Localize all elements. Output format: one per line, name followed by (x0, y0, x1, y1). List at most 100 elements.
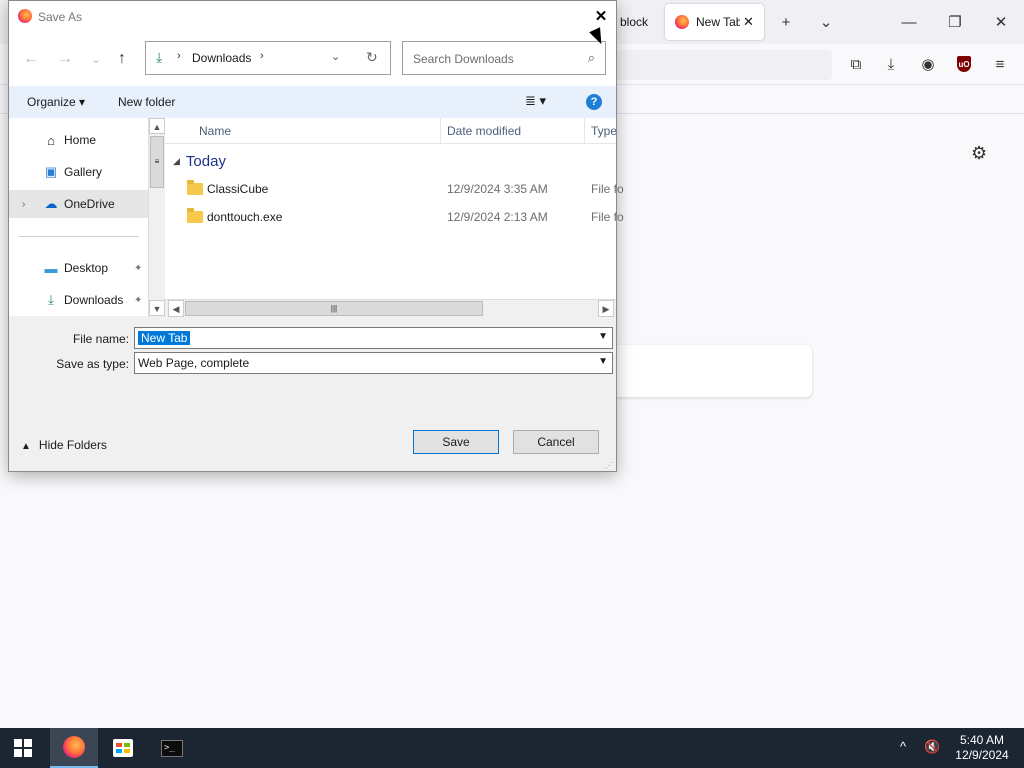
taskbar-terminal[interactable]: >_ (148, 728, 196, 768)
file-list-pane: Name Date modified Type ◢ Today ClassiCub… (165, 118, 624, 317)
breadcrumb-location[interactable]: Downloads (192, 51, 251, 65)
minimize-button[interactable]: — (895, 8, 923, 36)
taskbar-store[interactable] (99, 728, 147, 768)
dialog-title-bar: Save As ✕ (9, 1, 616, 32)
collapse-icon: ◢ (173, 156, 180, 166)
save-button[interactable]: Save (413, 430, 499, 454)
volume-muted-icon[interactable]: 🔇 (924, 739, 940, 755)
onedrive-icon: ☁ (44, 196, 58, 211)
nav-item-label: Downloads (64, 293, 124, 307)
pin-icon: ✦ (134, 262, 143, 274)
gallery-icon: ▣ (44, 164, 58, 179)
file-name-value[interactable]: New Tab (138, 331, 191, 345)
save-type-label: Save as type: (56, 357, 129, 371)
search-icon: ⌕ (587, 50, 595, 65)
chevron-down-icon[interactable]: ▼ (598, 356, 608, 367)
taskbar: >_ ^ 🔇 5:40 AM 12/9/2024 (0, 728, 1024, 768)
restore-button[interactable]: ❐ (941, 8, 969, 36)
tray-chevron-icon[interactable]: ^ (900, 739, 906, 754)
chevron-up-icon: ▲ (21, 441, 31, 452)
nav-item-home[interactable]: ⌂ Home (9, 126, 149, 154)
up-arrow-icon[interactable]: ↑ (118, 50, 126, 68)
scroll-right-icon[interactable]: ▶ (598, 300, 614, 317)
group-label: Today (185, 153, 226, 170)
scroll-thumb[interactable]: ||| (185, 301, 483, 316)
column-divider[interactable] (440, 118, 441, 143)
close-window-button[interactable]: ✕ (987, 8, 1015, 36)
column-header-date[interactable]: Date modified (447, 124, 521, 138)
recent-locations-icon[interactable]: ⌄ (91, 52, 101, 66)
organize-button[interactable]: Organize ▾ (27, 95, 85, 109)
save-as-dialog: Save As ✕ ← → ⌄ ↑ ⤓ › Downloads › ⌄ ↻ Se… (8, 0, 624, 472)
ublock-icon[interactable]: uO (950, 50, 978, 78)
menu-icon[interactable]: ≡ (986, 50, 1014, 78)
scroll-down-icon[interactable]: ▼ (149, 300, 165, 316)
expand-chevron-icon[interactable]: › (22, 199, 25, 210)
tab-previous[interactable]: e block (610, 4, 660, 40)
gear-icon[interactable]: ⚙ (971, 143, 987, 164)
close-tab-icon[interactable]: ✕ (743, 14, 754, 30)
chevron-down-icon[interactable]: ⌄ (331, 50, 340, 63)
clock[interactable]: 5:40 AM 12/9/2024 (950, 733, 1014, 763)
forward-arrow-icon[interactable]: → (57, 50, 73, 68)
save-type-select[interactable]: Web Page, complete ▼ (134, 352, 613, 374)
column-header-name[interactable]: Name (199, 124, 231, 138)
list-all-tabs-button[interactable]: ⌄ (812, 8, 840, 36)
nav-item-downloads[interactable]: ⤓ Downloads ✦ (9, 286, 149, 314)
nav-item-onedrive[interactable]: › ☁ OneDrive (9, 190, 149, 218)
pin-icon: ✦ (134, 294, 143, 306)
dialog-close-button[interactable]: ✕ (586, 1, 616, 30)
new-tab-button[interactable]: + (772, 8, 800, 36)
scroll-thumb[interactable]: ≡ (150, 136, 164, 188)
download-icon: ⤓ (156, 49, 163, 65)
scroll-left-icon[interactable]: ◀ (168, 300, 184, 317)
file-name-field[interactable]: New Tab ▼ (134, 327, 613, 349)
nav-item-gallery[interactable]: ▣ Gallery (9, 158, 149, 186)
file-name-label: File name: (72, 332, 129, 346)
file-type: File fo (591, 210, 624, 224)
change-view-button[interactable]: ≣ ▾ (525, 93, 546, 109)
back-arrow-icon[interactable]: ← (23, 50, 39, 68)
resize-grip-icon[interactable]: ⋰ (605, 461, 613, 470)
downloads-icon[interactable]: ⤓ (877, 50, 905, 78)
firefox-icon (63, 736, 85, 758)
scroll-up-icon[interactable]: ▲ (149, 118, 165, 134)
help-icon[interactable]: ? (586, 94, 602, 110)
hide-folders-label: Hide Folders (38, 438, 107, 452)
horizontal-scrollbar[interactable]: ◀ ||| ▶ (165, 299, 616, 317)
nav-divider (19, 236, 139, 237)
group-header[interactable]: ◢ Today (173, 153, 226, 170)
dialog-title: Save As (38, 10, 83, 24)
new-folder-button[interactable]: New folder (118, 95, 175, 109)
navigation-pane: ⌂ Home ▣ Gallery › ☁ OneDrive ▬ Desktop … (9, 118, 165, 316)
folder-icon (187, 180, 203, 195)
windows-start-icon[interactable] (14, 739, 32, 757)
download-icon: ⤓ (48, 292, 54, 307)
nav-item-desktop[interactable]: ▬ Desktop ✦ (9, 254, 149, 282)
breadcrumb[interactable]: ⤓ › Downloads › ⌄ ↻ (145, 41, 391, 75)
desktop-icon: ▬ (44, 260, 58, 276)
nav-item-label: Home (64, 133, 97, 147)
clock-date: 12/9/2024 (955, 748, 1009, 762)
search-input[interactable]: Search Downloads ⌕ (402, 41, 606, 75)
chevron-down-icon[interactable]: ▼ (598, 331, 608, 342)
firefox-icon (18, 9, 32, 23)
account-icon[interactable]: ◉ (914, 50, 942, 78)
taskbar-firefox[interactable] (50, 728, 98, 768)
tab-new-tab[interactable]: New Tab ✕ (665, 4, 764, 40)
hide-folders-button[interactable]: ▲ Hide Folders (21, 438, 107, 452)
file-type: File fo (591, 182, 624, 196)
column-divider[interactable] (584, 118, 585, 143)
search-placeholder: Search Downloads (413, 52, 514, 66)
extensions-icon[interactable]: ⧉ (842, 50, 870, 78)
tab-label: New Tab (696, 15, 740, 29)
file-date: 12/9/2024 2:13 AM (447, 210, 548, 224)
file-row[interactable]: ClassiCube 12/9/2024 3:35 AM File fo (165, 176, 624, 202)
cancel-button[interactable]: Cancel (513, 430, 599, 454)
refresh-icon[interactable]: ↻ (366, 49, 378, 66)
nav-scrollbar[interactable]: ▲ ≡ ▼ (148, 118, 165, 316)
file-row[interactable]: donttouch.exe 12/9/2024 2:13 AM File fo (165, 204, 624, 230)
column-header-type[interactable]: Type (591, 124, 617, 138)
nav-item-label: OneDrive (64, 197, 115, 211)
file-name: ClassiCube (207, 182, 269, 196)
